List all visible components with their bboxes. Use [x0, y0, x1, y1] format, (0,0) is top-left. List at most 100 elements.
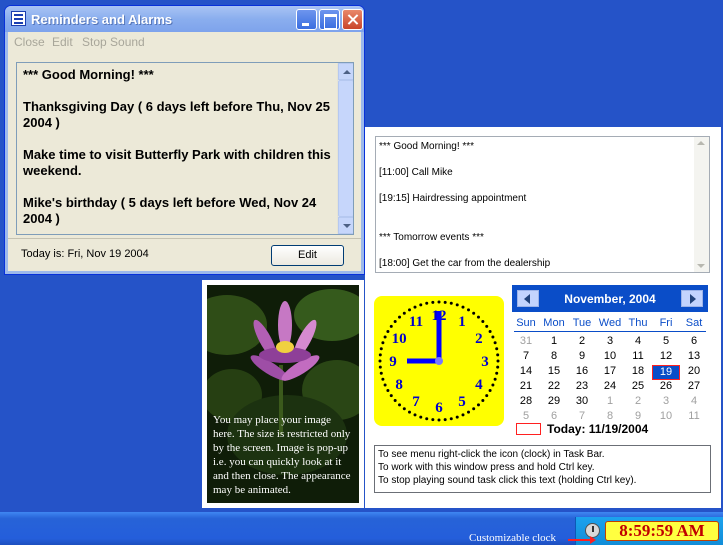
event-item: *** Good Morning! *** — [379, 141, 475, 152]
scroll-down-icon[interactable] — [338, 217, 353, 234]
clock-tick — [491, 335, 495, 339]
calendar-day[interactable]: 10 — [596, 350, 624, 363]
clock-tick — [419, 303, 423, 307]
events-list[interactable]: *** Good Morning! *** [11:00] Call Mike … — [375, 136, 710, 273]
clock-number: 5 — [458, 394, 466, 410]
clock-tick — [398, 403, 402, 407]
calendar-day[interactable]: 16 — [568, 365, 596, 378]
scroll-down-icon[interactable] — [697, 264, 705, 268]
calendar-day[interactable]: 20 — [680, 365, 708, 378]
clock-tick — [485, 324, 489, 328]
clock-tick — [495, 347, 499, 351]
system-tray: 8:59:59 AM — [575, 517, 723, 545]
reminder-messages[interactable]: *** Good Morning! *** Thanksgiving Day (… — [16, 62, 354, 235]
clock-tick — [379, 371, 383, 375]
calendar-day[interactable]: 25 — [624, 380, 652, 393]
flower-picture[interactable]: You may place your image here. The size … — [207, 285, 359, 503]
window-title: Reminders and Alarms — [31, 12, 173, 27]
calendar-day[interactable]: 19 — [652, 365, 680, 380]
calendar-day-other-month[interactable]: 3 — [652, 395, 680, 408]
calendar-day[interactable]: 2 — [568, 335, 596, 348]
calendar-day[interactable]: 30 — [568, 395, 596, 408]
weekday-divider — [514, 331, 706, 332]
today-label: Today is: Fri, Nov 19 2004 — [21, 248, 149, 260]
maximize-button[interactable] — [319, 9, 340, 30]
help-text-box[interactable]: To see menu right-click the icon (clock)… — [374, 445, 711, 493]
clock-tick — [495, 371, 499, 375]
calendar-day[interactable]: 28 — [512, 395, 540, 408]
menu-bar: Close Edit Stop Sound — [8, 32, 361, 52]
vertical-scrollbar[interactable] — [337, 63, 353, 234]
calendar-day-other-month[interactable]: 1 — [596, 395, 624, 408]
clock-tick — [437, 300, 441, 304]
calendar-day-other-month[interactable]: 10 — [652, 410, 680, 423]
app-list-icon — [11, 11, 26, 26]
weekday-header: Thu — [628, 317, 648, 329]
calendar-day[interactable]: 18 — [624, 365, 652, 378]
calendar-day[interactable]: 6 — [680, 335, 708, 348]
clock-tick — [472, 407, 476, 411]
title-bar[interactable]: Reminders and Alarms — [5, 6, 364, 32]
clock-number: 6 — [435, 400, 443, 416]
taskbar-clock[interactable]: 8:59:59 AM — [605, 521, 719, 541]
weekday-header: Mon — [543, 317, 565, 329]
calendar-day-other-month[interactable]: 2 — [624, 395, 652, 408]
calendar-day-other-month[interactable]: 11 — [680, 410, 708, 423]
calendar-day[interactable]: 8 — [540, 350, 568, 363]
calendar-day[interactable]: 9 — [568, 350, 596, 363]
event-item: [11:00] Call Mike — [379, 167, 453, 178]
scroll-up-icon[interactable] — [697, 141, 705, 145]
calendar-day[interactable]: 22 — [540, 380, 568, 393]
calendar-day[interactable]: 5 — [652, 335, 680, 348]
calendar-day-other-month[interactable]: 5 — [512, 410, 540, 423]
scroll-up-icon[interactable] — [338, 63, 353, 80]
clock-tick — [437, 418, 441, 422]
menu-edit[interactable]: Edit — [52, 35, 73, 49]
help-line: To stop playing sound task click this te… — [378, 475, 637, 486]
clock-tick — [493, 377, 497, 381]
calendar-day[interactable]: 12 — [652, 350, 680, 363]
close-button[interactable] — [342, 9, 363, 30]
calendar-day[interactable]: 13 — [680, 350, 708, 363]
scroll-thumb[interactable] — [338, 80, 353, 217]
calendar-day[interactable]: 4 — [624, 335, 652, 348]
clock-tick — [398, 315, 402, 319]
clock-number: 3 — [481, 354, 489, 370]
clock-tick — [378, 365, 382, 369]
calendar-day[interactable]: 3 — [596, 335, 624, 348]
edit-button[interactable]: Edit — [271, 245, 344, 266]
clock-number: 4 — [475, 377, 483, 393]
calendar-day-other-month[interactable]: 31 — [512, 335, 540, 348]
calendar-day[interactable]: 7 — [512, 350, 540, 363]
weekday-header: Sat — [685, 317, 703, 329]
clock-tick — [425, 417, 429, 421]
calendar-day-other-month[interactable]: 4 — [680, 395, 708, 408]
prev-month-icon[interactable] — [517, 290, 539, 307]
calendar-day[interactable]: 17 — [596, 365, 624, 378]
calendar-today-label[interactable]: Today: 11/19/2004 — [547, 422, 648, 436]
calendar-day[interactable]: 27 — [680, 380, 708, 393]
next-month-icon[interactable] — [681, 290, 703, 307]
events-scrollbar[interactable] — [694, 137, 709, 272]
clock-tick — [425, 301, 429, 305]
calendar-day[interactable]: 26 — [652, 380, 680, 393]
calendar-day[interactable]: 21 — [512, 380, 540, 393]
clock-tick — [389, 394, 393, 398]
menu-close[interactable]: Close — [14, 35, 45, 49]
calendar-day[interactable]: 14 — [512, 365, 540, 378]
menu-stop-sound[interactable]: Stop Sound — [82, 35, 145, 49]
analog-clock[interactable]: 121234567891011 — [374, 296, 504, 426]
clock-tick — [386, 330, 390, 333]
calendar-day[interactable]: 29 — [540, 395, 568, 408]
clock-tick — [413, 305, 417, 309]
clock-number: 11 — [409, 314, 423, 330]
calendar-day[interactable]: 11 — [624, 350, 652, 363]
minimize-button[interactable] — [296, 9, 317, 30]
clock-tick — [496, 359, 500, 363]
calendar-day[interactable]: 23 — [568, 380, 596, 393]
calendar-day[interactable]: 24 — [596, 380, 624, 393]
calendar-day[interactable]: 1 — [540, 335, 568, 348]
window-client: Close Edit Stop Sound *** Good Morning! … — [8, 32, 361, 271]
calendar-day[interactable]: 15 — [540, 365, 568, 378]
clock-number: 2 — [475, 331, 483, 347]
